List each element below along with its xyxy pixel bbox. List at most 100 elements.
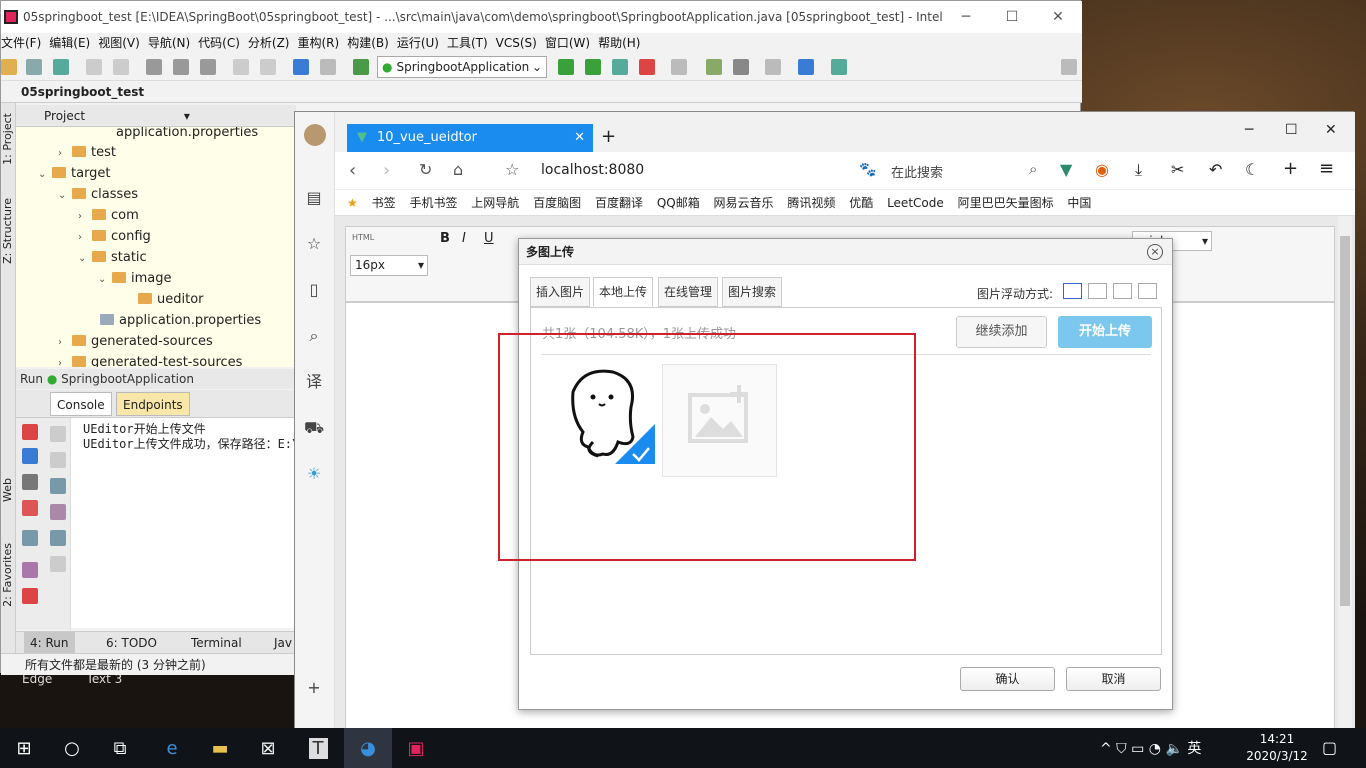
minimize-button[interactable]: ─	[943, 1, 989, 33]
tree-item[interactable]: ⌄ target	[38, 163, 111, 184]
console-output[interactable]: UEditor开始上传文件 UEditor上传文件成功，保存路径：E:\	[71, 418, 296, 628]
tree-item[interactable]: application.properties	[100, 310, 261, 331]
html-source-button[interactable]: HTML	[352, 233, 374, 242]
menu-help[interactable]: 帮助(H)	[598, 33, 648, 53]
float-left-icon[interactable]	[1088, 283, 1107, 299]
url-input[interactable]: localhost:8080	[541, 162, 644, 178]
menu-analyze[interactable]: 分析(Z)	[248, 33, 298, 53]
tree-item[interactable]: › generated-sources	[58, 331, 213, 352]
tab-java[interactable]: Jav	[274, 632, 292, 654]
bookmark-item[interactable]: 上网导航	[471, 196, 519, 210]
tree-item[interactable]: ueditor	[138, 289, 204, 310]
close-button[interactable]: ✕	[1325, 122, 1337, 138]
bookmark-item[interactable]: 手机书签	[409, 196, 457, 210]
search-everywhere-icon[interactable]	[1061, 59, 1077, 75]
bookmark-item[interactable]: 优酷	[849, 196, 873, 210]
bookmark-item[interactable]: 中国	[1067, 196, 1091, 210]
float-none-icon[interactable]	[1063, 283, 1082, 299]
tree-item[interactable]: › config	[78, 226, 151, 247]
float-center-icon[interactable]	[1138, 283, 1157, 299]
scrollbar-thumb[interactable]	[1340, 236, 1350, 606]
italic-button[interactable]: I	[462, 231, 466, 246]
breadcrumb-project[interactable]: 05springboot_test	[21, 85, 144, 99]
back-icon[interactable]: ‹	[349, 160, 356, 181]
stop-icon[interactable]	[22, 424, 38, 440]
add-icon[interactable]: +	[1283, 158, 1298, 179]
sdk-icon[interactable]	[765, 59, 781, 75]
start-upload-button[interactable]: 开始上传	[1058, 316, 1152, 348]
maximize-button[interactable]: ☐	[989, 1, 1035, 33]
dialog-close-icon[interactable]: ×	[1147, 244, 1163, 260]
tab-run[interactable]: 4: Run	[24, 632, 75, 654]
stop-icon[interactable]	[639, 59, 655, 75]
pin-icon[interactable]	[22, 562, 38, 578]
tray-icons[interactable]: ^ ⛉ ▭ ◔ 🔈 英	[1100, 738, 1201, 758]
tab-local-upload[interactable]: 本地上传	[593, 277, 654, 307]
redo-icon[interactable]	[113, 59, 129, 75]
menu-run[interactable]: 运行(U)	[397, 33, 447, 53]
bookmark-star-icon[interactable]: ☆	[505, 160, 519, 179]
tree-item[interactable]: › com	[78, 205, 139, 226]
project-panel-header[interactable]: Project ▾	[16, 105, 296, 127]
paste-icon[interactable]	[200, 59, 216, 75]
bookmark-item[interactable]: LeetCode	[887, 196, 944, 210]
open-icon[interactable]	[1, 59, 17, 75]
menu-refactor[interactable]: 重构(R)	[298, 33, 348, 53]
bookmark-item[interactable]: 阿里巴巴矢量图标	[958, 196, 1054, 210]
back-icon[interactable]	[293, 59, 309, 75]
trash-icon[interactable]	[50, 556, 66, 572]
settings-icon[interactable]	[706, 59, 722, 75]
book-icon[interactable]: ▯	[304, 280, 324, 300]
bookmark-item[interactable]: 百度翻译	[595, 196, 643, 210]
structure-icon[interactable]	[733, 59, 749, 75]
tab-terminal[interactable]: Terminal	[191, 632, 242, 654]
download-icon[interactable]: ⤓	[1135, 160, 1142, 180]
pause-icon[interactable]	[22, 448, 38, 464]
scroll-up-icon[interactable]	[50, 426, 66, 442]
bookmark-item[interactable]: 网易云音乐	[714, 196, 774, 210]
build-icon[interactable]	[353, 59, 369, 75]
typora-icon[interactable]: T	[294, 728, 342, 768]
start-icon[interactable]: ⊞	[0, 728, 48, 768]
refresh-icon[interactable]: ↻	[419, 160, 432, 179]
reader-icon[interactable]: ▤	[304, 188, 324, 208]
ime-indicator[interactable]: 英	[1187, 741, 1201, 757]
layout-icon[interactable]	[22, 530, 38, 546]
maximize-button[interactable]: ☐	[1285, 122, 1298, 138]
cut-icon[interactable]	[146, 59, 162, 75]
menu-navigate[interactable]: 导航(N)	[148, 33, 198, 53]
tab-project[interactable]: 1: Project	[1, 113, 15, 165]
menu-icon[interactable]: ≡	[1319, 158, 1334, 179]
add-icon[interactable]: +	[304, 678, 324, 698]
tab-structure[interactable]: Z: Structure	[1, 198, 15, 264]
cut-icon[interactable]: ✂	[1171, 160, 1184, 179]
vue-devtools-icon[interactable]: ▼	[1060, 160, 1072, 179]
edge-icon[interactable]: e	[148, 728, 196, 768]
search-engine-icon[interactable]: 🐾	[859, 162, 876, 178]
menu-vcs[interactable]: VCS(S)	[496, 33, 545, 53]
notification-icon[interactable]: ▢	[1322, 738, 1337, 757]
tab-todo[interactable]: 6: TODO	[106, 632, 157, 654]
star-icon[interactable]: ☆	[304, 234, 324, 254]
weather-icon[interactable]: ☀	[304, 464, 324, 484]
tab-image-search[interactable]: 图片搜索	[722, 277, 783, 307]
night-mode-icon[interactable]: ☾	[1245, 160, 1259, 179]
breadcrumb[interactable]: 05springboot_test	[1, 81, 1082, 103]
tab-console[interactable]: Console	[50, 392, 112, 416]
close-button[interactable]: ✕	[1035, 1, 1081, 33]
close-run-icon[interactable]	[22, 588, 38, 604]
menu-view[interactable]: 视图(V)	[98, 33, 148, 53]
browser-taskbar-icon[interactable]: ◕	[344, 728, 392, 768]
tab-web[interactable]: Web	[1, 478, 15, 502]
add-more-button[interactable]: 继续添加	[956, 316, 1047, 348]
search-icon[interactable]: ⌕	[304, 326, 324, 346]
tab-insert-image[interactable]: 插入图片	[530, 277, 591, 307]
vcs-icon[interactable]	[671, 59, 687, 75]
debug-icon[interactable]	[585, 59, 601, 75]
tree-item[interactable]: ⌄ static	[78, 247, 147, 268]
rerun-icon[interactable]	[558, 59, 574, 75]
page-scrollbar[interactable]	[1338, 216, 1352, 732]
tree-item[interactable]: ⌄ image	[98, 268, 172, 289]
bookmark-item[interactable]: 书签	[372, 196, 396, 210]
undo-icon[interactable]	[86, 59, 102, 75]
